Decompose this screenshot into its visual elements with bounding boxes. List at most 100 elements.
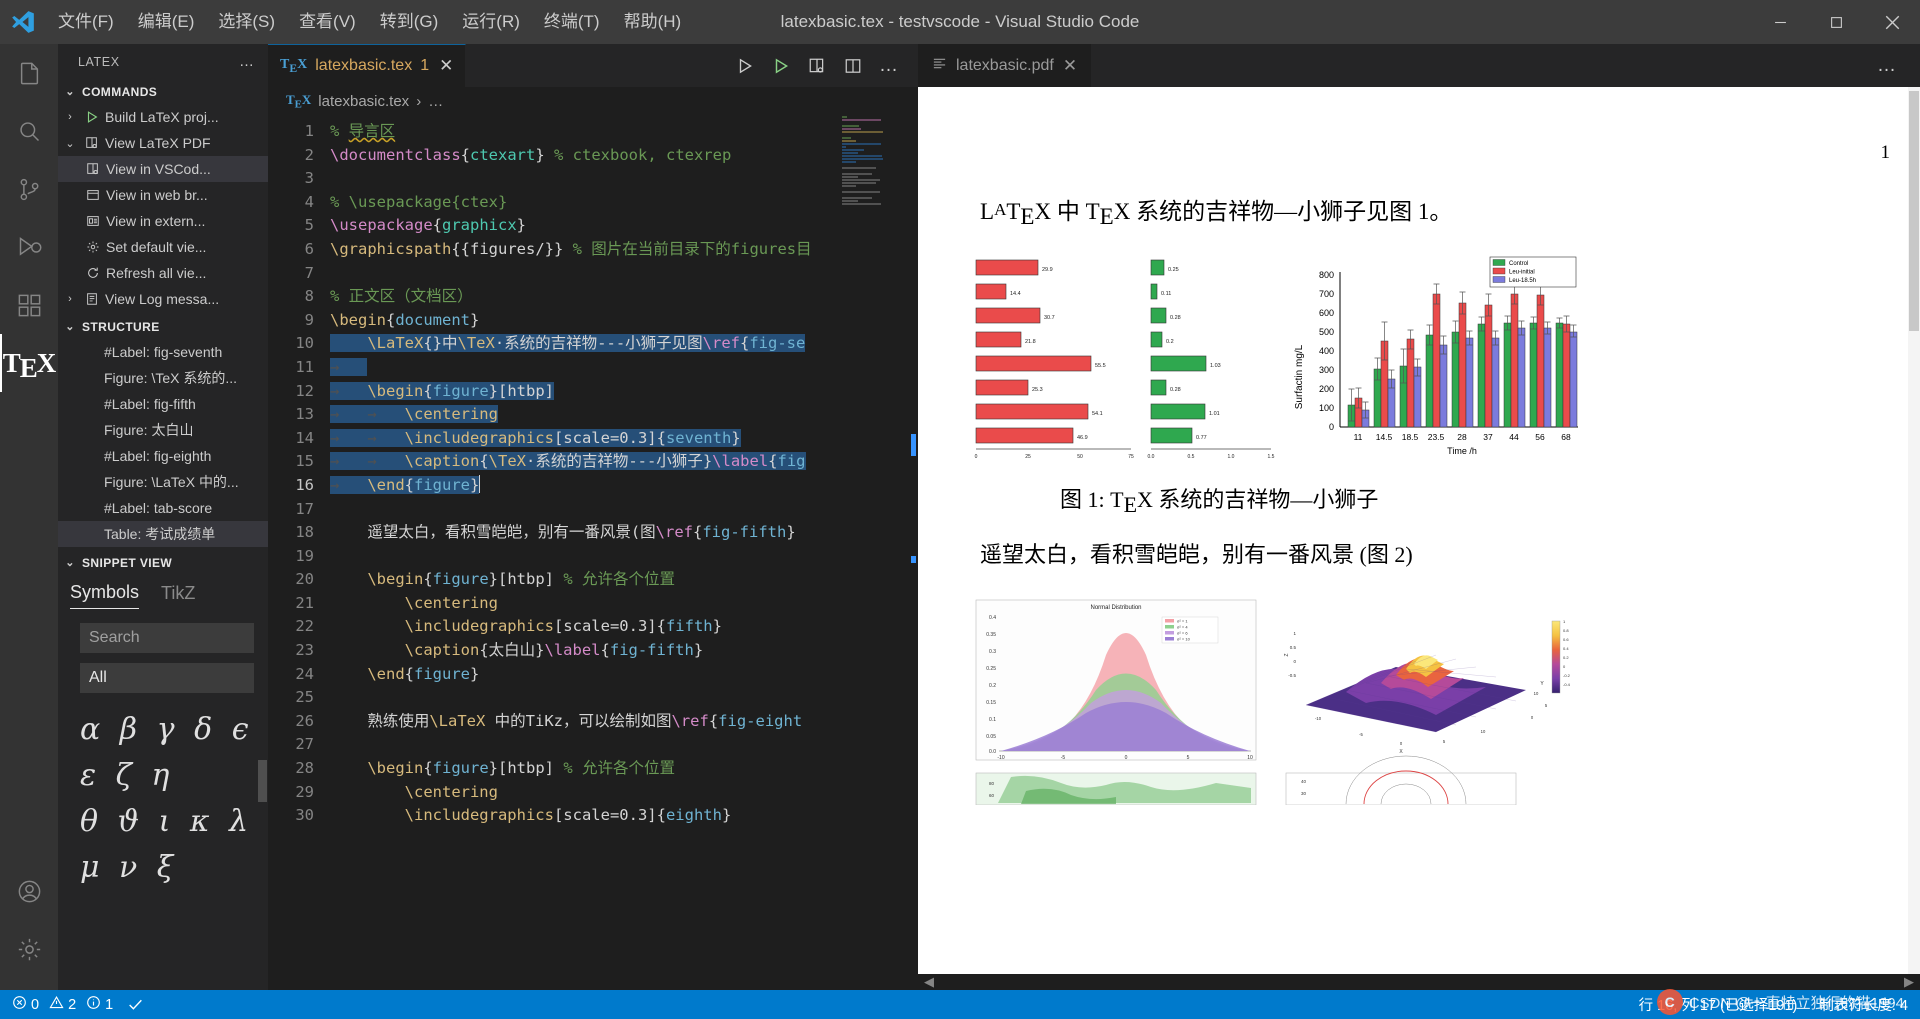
menu-selection[interactable]: 选择(S) bbox=[206, 0, 287, 44]
code-line[interactable]: → bbox=[330, 356, 918, 380]
code-line[interactable]: \caption{太白山}\label{fig-fifth} bbox=[330, 639, 918, 663]
maximize-button[interactable] bbox=[1808, 0, 1864, 44]
structure-item[interactable]: Figure: \TeX 系统的... bbox=[58, 365, 268, 391]
breadcrumb-file[interactable]: latexbasic.tex bbox=[318, 93, 409, 110]
code-line[interactable] bbox=[330, 733, 918, 757]
code-line[interactable]: → → \caption{\TeX·系统的吉祥物---小狮子}\label{fi… bbox=[330, 450, 918, 474]
sidebar-more-actions-icon[interactable]: … bbox=[239, 53, 256, 70]
explorer-icon[interactable] bbox=[0, 44, 58, 102]
sidebar-item-view-in-browser[interactable]: View in web br... bbox=[58, 182, 268, 208]
code-line[interactable]: \graphicspath{{figures/}} % 图片在当前目录下的fig… bbox=[330, 238, 918, 262]
tab-tikz[interactable]: TikZ bbox=[161, 583, 195, 609]
menu-go[interactable]: 转到(G) bbox=[368, 0, 451, 44]
structure-item[interactable]: #Label: fig-fifth bbox=[58, 391, 268, 417]
search-icon[interactable] bbox=[0, 102, 58, 160]
pdf-vertical-scrollbar[interactable] bbox=[1908, 87, 1920, 974]
sidebar-item-view-external[interactable]: View in extern... bbox=[58, 208, 268, 234]
sidebar-item-view-log[interactable]: › View Log messa... bbox=[58, 286, 268, 312]
snippet-section-header[interactable]: ⌄ SNIPPET VIEW bbox=[58, 550, 268, 575]
code-line[interactable]: \includegraphics[scale=0.3]{fifth} bbox=[330, 615, 918, 639]
tab-latexbasic-pdf[interactable]: latexbasic.pdf ✕ bbox=[918, 44, 1092, 87]
pdf-scroll-thumb[interactable] bbox=[1909, 91, 1919, 331]
menu-view[interactable]: 查看(V) bbox=[287, 0, 368, 44]
sidebar-item-refresh-viewers[interactable]: Refresh all vie... bbox=[58, 260, 268, 286]
code-line[interactable]: → → \includegraphics[scale=0.3]{seventh} bbox=[330, 427, 918, 451]
symbol-row[interactable]: θ ϑ ι κ λ μ ν ξ bbox=[80, 799, 260, 891]
close-button[interactable] bbox=[1864, 0, 1920, 44]
code-line[interactable]: \centering bbox=[330, 592, 918, 616]
code-line[interactable]: \documentclass{ctexart} % ctexbook, ctex… bbox=[330, 144, 918, 168]
more-actions-icon[interactable]: … bbox=[874, 44, 904, 87]
sidebar-item-view-in-vscode[interactable]: View in VSCod... bbox=[58, 156, 268, 182]
code-line[interactable] bbox=[330, 686, 918, 710]
code-line[interactable] bbox=[330, 545, 918, 569]
structure-item[interactable]: #Label: fig-eighth bbox=[58, 443, 268, 469]
code-line[interactable]: 遥望太白，看积雪皑皑，别有一番风景(图\ref{fig-fifth} bbox=[330, 521, 918, 545]
code-line[interactable]: → \begin{figure}[htbp] bbox=[330, 380, 918, 404]
code-line[interactable]: \centering bbox=[330, 781, 918, 805]
snippet-filter-select[interactable]: All bbox=[80, 663, 254, 693]
snippet-scrollbar[interactable] bbox=[258, 760, 267, 802]
structure-section-header[interactable]: ⌄ STRUCTURE bbox=[58, 314, 268, 339]
symbol-grid[interactable]: α β γ δ ϵ ε ζ η θ ϑ ι κ λ μ ν ξ bbox=[80, 707, 260, 891]
latex-activity-icon[interactable]: TEX bbox=[0, 334, 58, 392]
menu-run[interactable]: 运行(R) bbox=[450, 0, 532, 44]
build-latex-icon[interactable] bbox=[766, 44, 796, 87]
extensions-icon[interactable] bbox=[0, 276, 58, 334]
run-icon[interactable] bbox=[730, 44, 760, 87]
structure-item[interactable]: Figure: 太白山 bbox=[58, 417, 268, 443]
pdf-document[interactable]: 1 LATEX 中 TEX 系统的吉祥物—小狮子见图 1。 29.9 14.4 … bbox=[918, 87, 1920, 974]
structure-item[interactable]: #Label: tab-score bbox=[58, 495, 268, 521]
code-line[interactable]: \end{figure} bbox=[330, 663, 918, 687]
code-line[interactable]: → \end{figure} bbox=[330, 474, 918, 498]
code-editor[interactable]: 1 2 3 4 5 6 7 8 9 10 11 12 13 14 15 16 17 18 19 20 21 22 23 24 2… bbox=[268, 116, 918, 990]
code-line[interactable]: % \usepackage{ctex} bbox=[330, 191, 918, 215]
symbol-row[interactable]: α β γ δ ϵ ε ζ η bbox=[80, 707, 260, 799]
check-icon[interactable] bbox=[127, 996, 144, 1013]
breadcrumb-rest[interactable]: … bbox=[428, 93, 443, 110]
structure-item[interactable]: Figure: \LaTeX 中的... bbox=[58, 469, 268, 495]
menu-help[interactable]: 帮助(H) bbox=[612, 0, 694, 44]
sidebar-item-set-default-viewer[interactable]: Set default vie... bbox=[58, 234, 268, 260]
code-line[interactable]: \usepackage{graphicx} bbox=[330, 214, 918, 238]
run-debug-icon[interactable] bbox=[0, 218, 58, 276]
close-icon[interactable]: ✕ bbox=[1063, 56, 1077, 76]
structure-item[interactable]: #Label: fig-seventh bbox=[58, 339, 268, 365]
code-line[interactable]: 熟练使用\LaTeX 中的TiKz，可以绘制如图\ref{fig-eight bbox=[330, 710, 918, 734]
split-editor-icon[interactable] bbox=[838, 44, 868, 87]
menu-terminal[interactable]: 终端(T) bbox=[532, 0, 612, 44]
problems-status[interactable]: 0 2 1 bbox=[12, 995, 113, 1014]
code-line[interactable]: \includegraphics[scale=0.3]{eighth} bbox=[330, 804, 918, 828]
scroll-left-arrow-icon[interactable]: ◀ bbox=[918, 974, 934, 990]
tab-symbols[interactable]: Symbols bbox=[70, 582, 140, 609]
settings-gear-icon[interactable] bbox=[0, 920, 58, 978]
snippet-search-input[interactable]: Search bbox=[80, 623, 254, 653]
menu-file[interactable]: 文件(F) bbox=[46, 0, 126, 44]
sidebar-item-build-latex[interactable]: › Build LaTeX proj... bbox=[58, 104, 268, 130]
view-pdf-icon[interactable] bbox=[802, 44, 832, 87]
code-line[interactable] bbox=[330, 262, 918, 286]
code-line[interactable]: % 导言区 bbox=[330, 120, 918, 144]
menu-edit[interactable]: 编辑(E) bbox=[126, 0, 207, 44]
code-line[interactable]: \begin{document} bbox=[330, 309, 918, 333]
pdf-horizontal-scrollbar[interactable]: ◀ ▶ bbox=[918, 974, 1920, 990]
more-actions-icon[interactable]: … bbox=[1872, 44, 1902, 87]
editor-vertical-scrollbar[interactable] bbox=[902, 116, 918, 990]
structure-item[interactable]: Table: 考试成绩单 bbox=[58, 521, 268, 547]
code-line[interactable]: → → \centering bbox=[330, 403, 918, 427]
source-control-icon[interactable] bbox=[0, 160, 58, 218]
code-content[interactable]: % 导言区 \documentclass{ctexart} % ctexbook,… bbox=[330, 116, 918, 990]
accounts-icon[interactable] bbox=[0, 862, 58, 920]
code-line[interactable] bbox=[330, 498, 918, 522]
commands-section-header[interactable]: ⌄ COMMANDS bbox=[58, 79, 268, 104]
tab-latexbasic-tex[interactable]: TEX latexbasic.tex 1 ✕ bbox=[268, 44, 467, 87]
code-line[interactable]: \begin{figure}[htbp] % 允许各个位置 bbox=[330, 568, 918, 592]
code-line[interactable]: \LaTeX{}中\TeX·系统的吉祥物---小狮子见图\ref{fig-se bbox=[330, 332, 918, 356]
code-line[interactable]: \begin{figure}[htbp] % 允许各个位置 bbox=[330, 757, 918, 781]
code-line[interactable]: % 正文区（文档区） bbox=[330, 285, 918, 309]
code-line[interactable] bbox=[330, 167, 918, 191]
minimize-button[interactable] bbox=[1752, 0, 1808, 44]
scroll-right-arrow-icon[interactable]: ▶ bbox=[1904, 974, 1920, 990]
sidebar-item-view-latex-pdf[interactable]: ⌄ View LaTeX PDF bbox=[58, 130, 268, 156]
close-icon[interactable]: ✕ bbox=[439, 56, 453, 76]
